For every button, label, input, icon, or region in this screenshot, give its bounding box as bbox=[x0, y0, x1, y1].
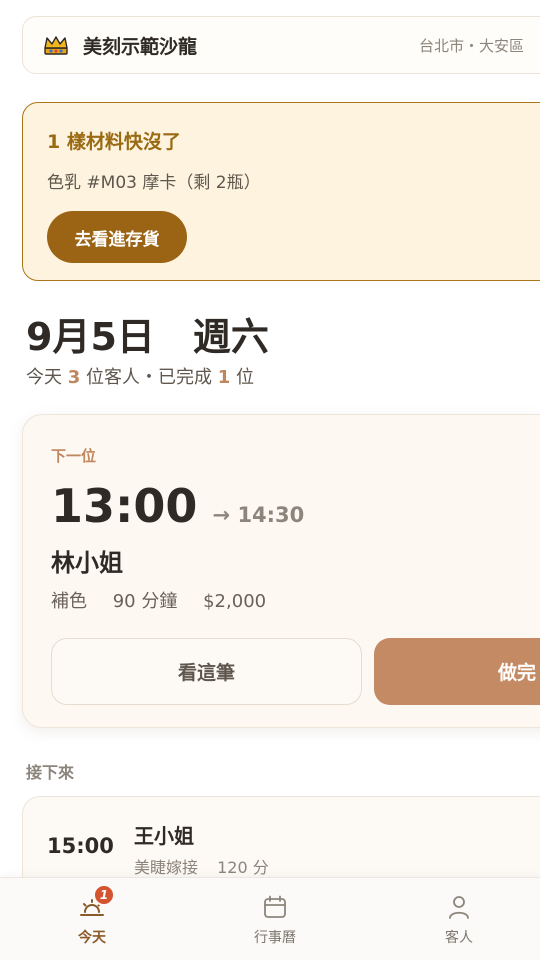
alert-title: 1 樣材料快沒了 bbox=[47, 131, 181, 153]
page-title: 9月5日 週六 bbox=[26, 306, 269, 361]
upcoming-client-name: 王小姐 bbox=[134, 824, 194, 848]
alert-detail: 色乳 #M03 摩卡（剩 2瓶） bbox=[47, 173, 261, 193]
upcoming-time: 15:00 bbox=[47, 834, 114, 858]
next-appointment-card: 下一位 13:00 → 14:30 林小姐 補色 90 分鐘 $2,000 看這… bbox=[22, 414, 540, 728]
view-inventory-button[interactable]: 去看進存貨 bbox=[47, 211, 187, 263]
service-details: 補色 90 分鐘 $2,000 bbox=[51, 587, 266, 613]
summary-prefix: 今天 bbox=[26, 367, 62, 388]
tab-today-label: 今天 bbox=[78, 930, 106, 946]
service-price: $2,000 bbox=[203, 591, 267, 612]
upcoming-details: 美睫嫁接 120 分 bbox=[134, 854, 269, 878]
date-weekday: 週六 bbox=[192, 315, 269, 359]
person-icon bbox=[445, 893, 473, 921]
salon-header[interactable]: 美刻示範沙龍 台北市・大安區 bbox=[22, 16, 540, 74]
upcoming-service: 美睫嫁接 bbox=[134, 858, 199, 877]
service-duration: 90 分鐘 bbox=[112, 591, 178, 612]
tab-clients-label: 客人 bbox=[445, 930, 473, 946]
start-time: 13:00 bbox=[51, 479, 198, 533]
salon-location: 台北市・大安區 bbox=[419, 36, 525, 55]
view-appointment-button[interactable]: 看這筆 bbox=[51, 638, 362, 705]
app-screen: 美刻示範沙龍 台北市・大安區 1 樣材料快沒了 色乳 #M03 摩卡（剩 2瓶）… bbox=[0, 0, 540, 960]
bottom-nav: 1 今天 行事曆 客人 bbox=[0, 877, 540, 960]
tab-clients[interactable]: 客人 bbox=[399, 878, 519, 960]
appointment-time: 13:00 → 14:30 bbox=[51, 479, 304, 533]
service-type: 補色 bbox=[51, 591, 87, 612]
calendar-icon bbox=[261, 893, 289, 921]
mark-done-button[interactable]: 做完 bbox=[374, 638, 540, 705]
client-name: 林小姐 bbox=[51, 549, 123, 577]
notification-badge: 1 bbox=[93, 884, 115, 906]
next-label: 下一位 bbox=[51, 447, 97, 465]
clients-count: 3 bbox=[67, 367, 81, 388]
day-summary: 今天 3 位客人・已完成 1 位 bbox=[26, 363, 254, 389]
summary-middle: 位客人・已完成 bbox=[86, 367, 212, 388]
tab-calendar[interactable]: 行事曆 bbox=[215, 878, 335, 960]
sunrise-icon: 1 bbox=[78, 884, 115, 921]
salon-name: 美刻示範沙龍 bbox=[83, 35, 198, 58]
low-stock-alert: 1 樣材料快沒了 色乳 #M03 摩卡（剩 2瓶） 去看進存貨 bbox=[22, 102, 540, 281]
tab-calendar-label: 行事曆 bbox=[254, 930, 296, 946]
upcoming-section-label: 接下來 bbox=[26, 763, 75, 782]
date-day: 9月5日 bbox=[26, 315, 155, 359]
tab-today[interactable]: 1 今天 bbox=[32, 878, 152, 960]
end-time: → 14:30 bbox=[212, 503, 305, 527]
crown-icon bbox=[43, 34, 69, 56]
summary-suffix: 位 bbox=[236, 367, 254, 388]
upcoming-duration: 120 分 bbox=[217, 858, 269, 877]
done-count: 1 bbox=[217, 367, 231, 388]
